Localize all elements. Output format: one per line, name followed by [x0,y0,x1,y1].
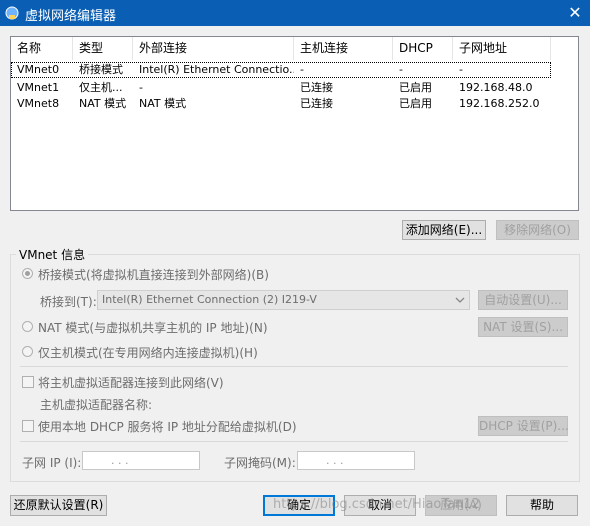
column-header-dhcp[interactable]: DHCP [393,37,453,60]
auto-settings-button[interactable]: 自动设置(U)... [478,290,568,310]
bridged-to-value: Intel(R) Ethernet Connection (2) I219-V [102,293,317,306]
cell-type: NAT 模式 [79,97,127,110]
cell-external: NAT 模式 [139,97,187,110]
subnet-mask-field[interactable]: . . . [297,451,415,470]
cell-name: VMnet1 [17,81,60,94]
hostonly-radio[interactable] [22,346,33,357]
vmnet-info-group [10,254,580,482]
column-header-subnet[interactable]: 子网地址 [453,37,551,60]
subnet-mask-value: . . . [326,454,344,467]
nat-radio[interactable] [22,321,33,332]
use-dhcp-checkbox[interactable] [22,420,34,432]
chevron-down-icon [455,297,465,303]
cell-dhcp: - [399,63,403,76]
hostonly-radio-label[interactable]: 仅主机模式(在专用网络内连接虚拟机)(H) [38,344,258,361]
cell-type: 桥接模式 [79,63,123,76]
close-button[interactable]: ✕ [560,0,590,26]
cell-dhcp: 已启用 [399,81,432,94]
subnet-mask-label: 子网掩码(M): [224,456,296,470]
cell-host: 已连接 [300,97,333,110]
cell-subnet: - [459,63,463,76]
bridged-to-label: 桥接到(T): [40,295,97,309]
bridged-radio[interactable] [22,268,33,279]
divider [20,366,568,367]
column-header-type[interactable]: 类型 [73,37,133,60]
use-dhcp-label[interactable]: 使用本地 DHCP 服务将 IP 地址分配给虚拟机(D) [38,418,297,435]
connect-adapter-label[interactable]: 将主机虚拟适配器连接到此网络(V) [38,374,224,391]
add-network-button[interactable]: 添加网络(E)... [402,220,486,240]
column-header-external[interactable]: 外部连接 [133,37,294,60]
cell-external: - [139,81,143,94]
help-button[interactable]: 帮助 [506,495,578,516]
cell-name: VMnet0 [17,63,60,76]
cell-dhcp: 已启用 [399,97,432,110]
cell-subnet: 192.168.252.0 [459,97,540,110]
bridged-radio-label[interactable]: 桥接模式(将虚拟机直接连接到外部网络)(B) [38,266,269,283]
table-row[interactable]: VMnet8 NAT 模式 NAT 模式 已连接 已启用 192.168.252… [11,96,551,112]
subnet-ip-value: . . . [111,454,129,467]
watermark: https://blog.csdn.net/HiaoTan12 [273,497,480,512]
cell-type: 仅主机... [79,81,123,94]
vmnet-info-label: VMnet 信息 [16,246,89,263]
bridged-to-select[interactable]: Intel(R) Ethernet Connection (2) I219-V [97,290,470,310]
connect-adapter-checkbox[interactable] [22,376,34,388]
title-bar: 虚拟网络编辑器 ✕ [0,0,590,26]
subnet-ip-label: 子网 IP (I): [22,456,82,470]
cell-external: Intel(R) Ethernet Connectio... [139,63,294,76]
column-header-name[interactable]: 名称 [11,37,73,60]
cell-host: - [300,63,304,76]
cell-subnet: 192.168.48.0 [459,81,533,94]
column-header-host[interactable]: 主机连接 [294,37,393,60]
network-editor-icon [5,6,19,20]
cell-host: 已连接 [300,81,333,94]
table-row[interactable]: VMnet0 桥接模式 Intel(R) Ethernet Connectio.… [11,62,551,78]
nat-settings-button[interactable]: NAT 设置(S)... [478,317,568,337]
restore-defaults-button[interactable]: 还原默认设置(R) [10,495,107,516]
dhcp-settings-button[interactable]: DHCP 设置(P)... [478,416,569,436]
nat-radio-label[interactable]: NAT 模式(与虚拟机共享主机的 IP 地址)(N) [38,319,268,336]
window-title: 虚拟网络编辑器 [25,9,117,24]
divider [20,441,568,442]
network-list[interactable]: 名称 类型 外部连接 主机连接 DHCP 子网地址 VMnet0 桥接模式 In… [10,36,579,211]
cell-name: VMnet8 [17,97,60,110]
remove-network-button[interactable]: 移除网络(O) [496,220,579,240]
table-row[interactable]: VMnet1 仅主机... - 已连接 已启用 192.168.48.0 [11,80,551,96]
adapter-name-label: 主机虚拟适配器名称: [40,398,153,412]
subnet-ip-field[interactable]: . . . [82,451,200,470]
